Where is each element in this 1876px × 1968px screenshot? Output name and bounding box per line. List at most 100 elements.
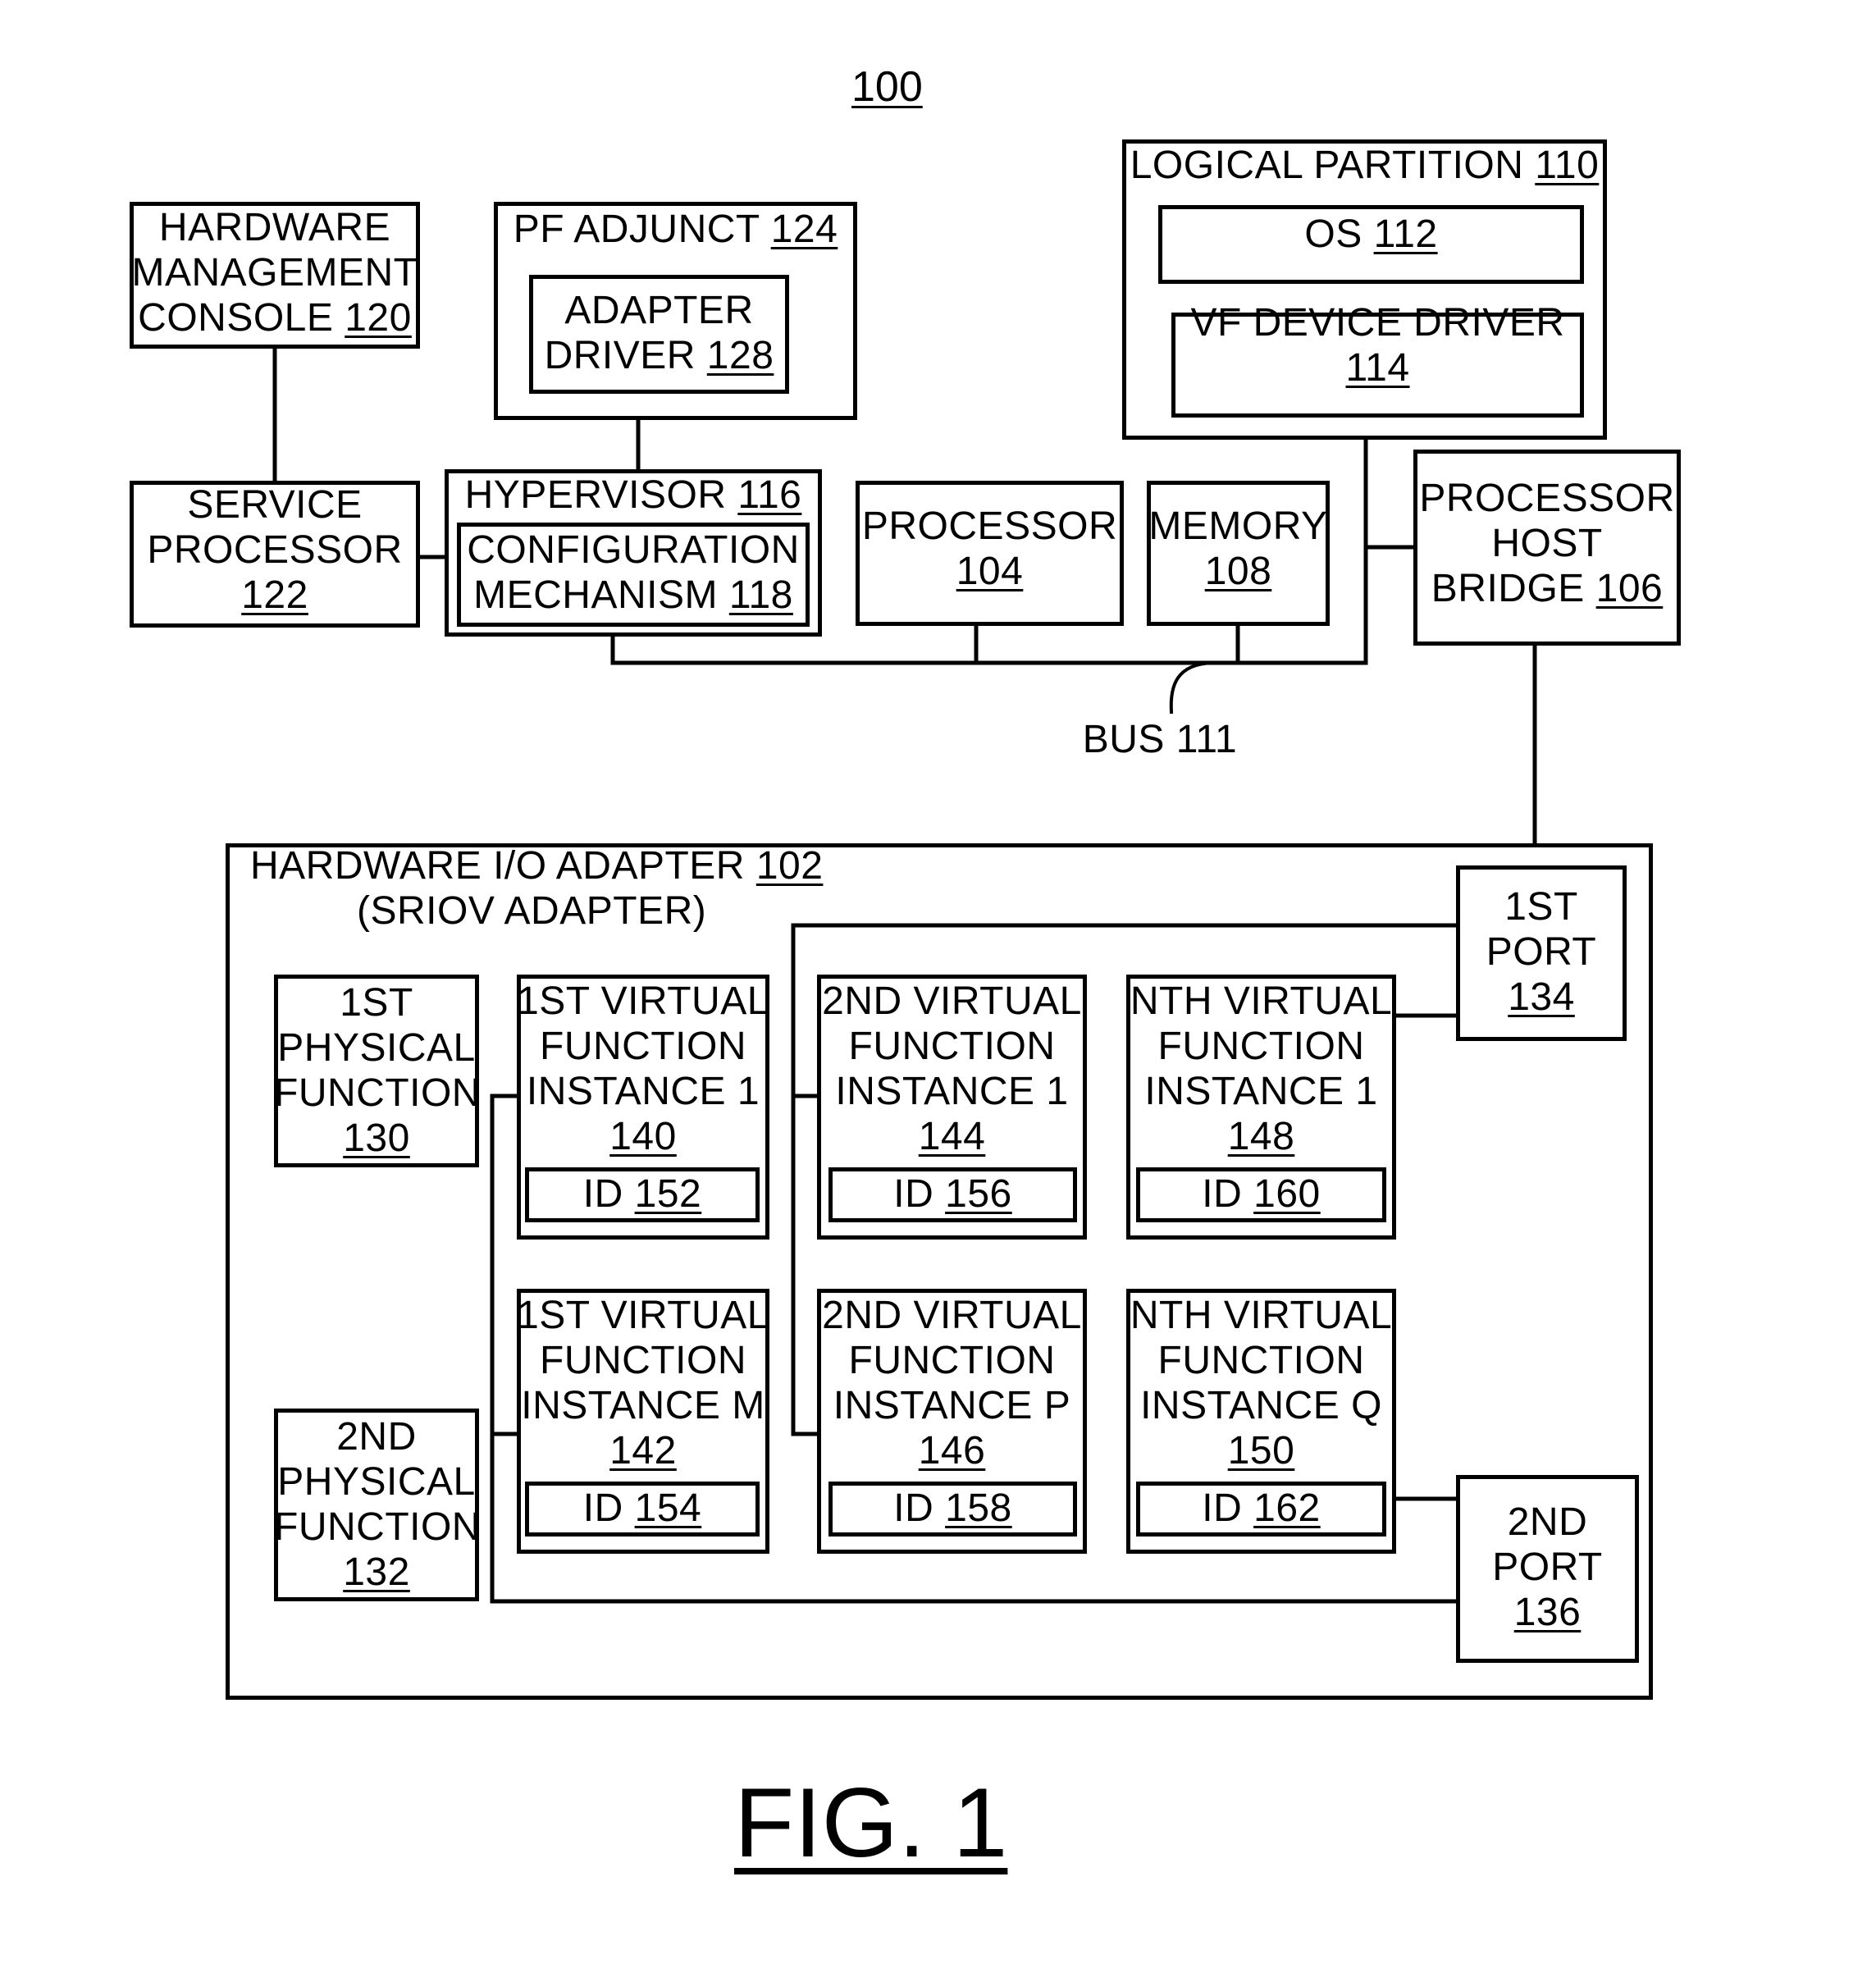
os-label: OS 112 [1158,212,1584,257]
physical-function-1-label: 1ST PHYSICAL FUNCTION 130 [274,980,480,1161]
pf2-line-2: PHYSICAL [277,1460,476,1504]
service-processor-label: SERVICE PROCESSOR 122 [130,482,420,618]
vf140-line-1: 1ST VIRTUAL [517,979,769,1023]
pf1-line-2: PHYSICAL [277,1026,476,1070]
phb-line-2: HOST [1491,522,1603,565]
vf140-ref: 140 [609,1115,677,1158]
vf150-line-1: NTH VIRTUAL [1130,1294,1393,1337]
vf140-line-2: FUNCTION [540,1025,746,1068]
config-line-1: CONFIGURATION [467,528,800,572]
vf142-ref: 142 [609,1429,677,1473]
pf-adjunct-title: PF ADJUNCT [513,208,760,251]
id-158-ref: 158 [945,1486,1012,1530]
hmc-line-3: CONSOLE [138,296,334,340]
id-156-label: ID 156 [828,1171,1077,1217]
vf148-ref: 148 [1227,1115,1295,1158]
io-adapter-label: HARDWARE I/O ADAPTER 102 (SRIOV ADAPTER) [250,843,823,934]
id-152-ref: 152 [634,1172,702,1216]
port1-ref: 134 [1508,975,1575,1019]
id-162-label: ID 162 [1136,1486,1386,1531]
id-152-prefix: ID [582,1172,623,1216]
pf2-line-3: FUNCTION [274,1505,481,1549]
id-156-ref: 156 [945,1172,1012,1216]
hmc-line-2: MANAGEMENT [131,251,418,295]
vf148-line-1: NTH VIRTUAL [1130,979,1393,1023]
port2-ref: 136 [1513,1591,1582,1634]
phb-ref: 106 [1595,567,1664,610]
pf-adjunct-ref: 124 [770,208,838,251]
vf146-line-2: FUNCTION [848,1339,1056,1382]
pf-adjunct-label: PF ADJUNCT 124 [494,207,857,252]
vf140-line-3: INSTANCE 1 [526,1070,760,1113]
adapter-driver-label: ADAPTER DRIVER 128 [529,288,789,378]
memory-label: MEMORY 108 [1147,504,1330,594]
port2-line-2: PORT [1492,1546,1603,1589]
port2-line-1: 2ND [1507,1500,1588,1544]
id-158-label: ID 158 [828,1486,1077,1531]
id-162-prefix: ID [1202,1486,1243,1530]
vf146-line-3: INSTANCE P [833,1384,1071,1427]
vf150-line-2: FUNCTION [1157,1339,1365,1382]
hypervisor-title: HYPERVISOR [464,473,727,517]
figure-caption: FIG. 1 [734,1768,1008,1878]
id-162-ref: 162 [1253,1486,1321,1530]
phb-line-3: BRIDGE [1431,567,1585,610]
processor-label: PROCESSOR 104 [856,504,1124,594]
adapter-driver-ref: 128 [706,334,774,377]
vf148-line-2: FUNCTION [1157,1025,1365,1068]
pf1-line-1: 1ST [340,981,413,1025]
vf-instance-148-label: NTH VIRTUAL FUNCTION INSTANCE 1 148 [1126,979,1396,1159]
id-154-ref: 154 [634,1486,702,1530]
system-reference-100: 100 [851,63,923,111]
memory-ref: 108 [1204,550,1272,593]
logical-partition-label: LOGICAL PARTITION 110 [1122,143,1607,188]
pf1-ref: 130 [343,1116,410,1160]
config-ref: 118 [728,573,793,617]
io-adapter-subtitle: (SRIOV ADAPTER) [357,889,707,933]
vf150-line-3: INSTANCE Q [1140,1384,1382,1427]
vf144-ref: 144 [918,1115,986,1158]
id-154-prefix: ID [582,1486,623,1530]
phb-line-1: PROCESSOR [1419,477,1675,520]
port1-line-1: 1ST [1504,885,1578,929]
vf142-line-1: 1ST VIRTUAL [517,1294,769,1337]
vf146-line-1: 2ND VIRTUAL [822,1294,1082,1337]
physical-function-2-label: 2ND PHYSICAL FUNCTION 132 [274,1414,481,1595]
id-154-label: ID 154 [525,1486,760,1531]
vf150-ref: 150 [1227,1429,1295,1473]
processor-title: PROCESSOR [861,505,1118,548]
io-adapter-ref: 102 [755,844,824,888]
configuration-mechanism-label: CONFIGURATION MECHANISM 118 [457,527,810,618]
vf-instance-142-label: 1ST VIRTUAL FUNCTION INSTANCE M 142 [517,1293,769,1473]
id-152-label: ID 152 [525,1171,760,1217]
lp-ref: 110 [1535,144,1600,187]
vfdd-ref: 114 [1345,346,1410,390]
hmc-ref: 120 [345,296,412,340]
id-156-prefix: ID [893,1172,934,1216]
hmc-line-1: HARDWARE [158,206,391,249]
sp-line-2: PROCESSOR [147,528,403,572]
bus-leader-curve [1169,660,1214,715]
vf-device-driver-label: VF DEVICE DRIVER 114 [1171,300,1584,390]
vfdd-title: VF DEVICE DRIVER [1190,301,1565,345]
os-ref: 112 [1373,212,1438,256]
hypervisor-label: HYPERVISOR 116 [445,473,822,518]
adapter-driver-line-2: DRIVER [544,334,696,377]
vf-instance-146-label: 2ND VIRTUAL FUNCTION INSTANCE P 146 [817,1293,1087,1473]
hmc-label: HARDWARE MANAGEMENT CONSOLE 120 [130,205,420,340]
port-1-label: 1ST PORT 134 [1456,884,1627,1020]
id-160-ref: 160 [1253,1172,1321,1216]
hypervisor-ref: 116 [737,473,802,517]
sp-line-1: SERVICE [187,483,363,527]
vf148-line-3: INSTANCE 1 [1144,1070,1378,1113]
config-line-2: MECHANISM [473,573,718,617]
port1-line-2: PORT [1486,930,1597,974]
adapter-driver-line-1: ADAPTER [564,289,754,332]
port-2-label: 2ND PORT 136 [1456,1500,1639,1635]
io-adapter-title: HARDWARE I/O ADAPTER [250,844,745,888]
vf142-line-3: INSTANCE M [521,1384,765,1427]
memory-title: MEMORY [1148,505,1328,548]
vf144-line-2: FUNCTION [848,1025,1056,1068]
bus-label: BUS 111 [1082,718,1238,761]
pf2-ref: 132 [343,1550,410,1594]
